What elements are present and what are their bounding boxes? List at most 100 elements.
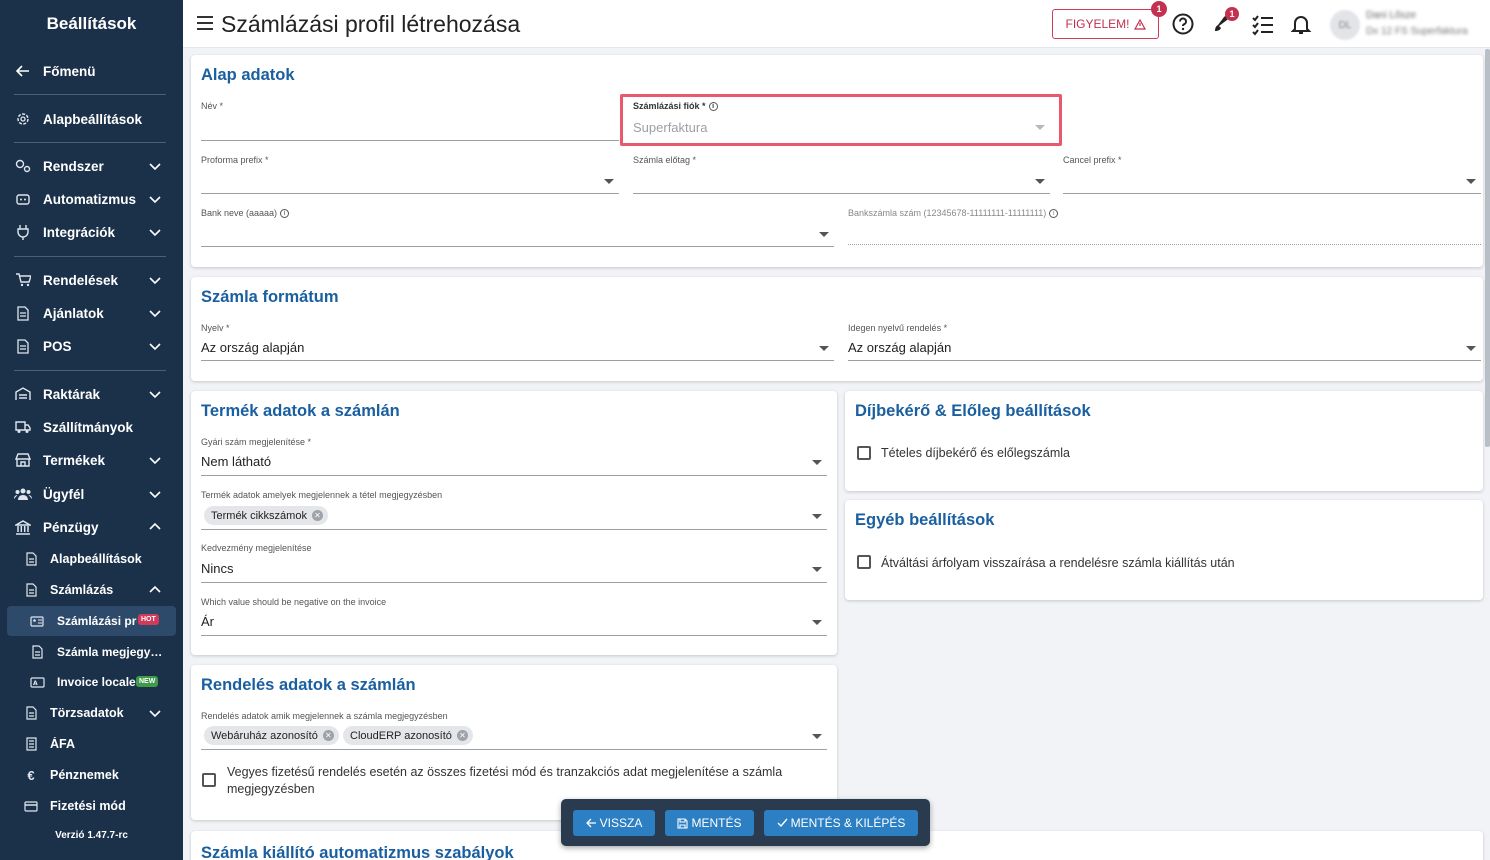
warning-icon [1133,18,1146,30]
users-icon [14,485,32,503]
gears-icon [14,157,32,175]
document-icon [22,581,40,599]
sidebar-item-finance-basic[interactable]: Alapbeállítások [0,544,183,574]
exchange-rate-checkbox[interactable] [857,555,871,569]
order-data-select[interactable] [201,749,827,750]
language-select[interactable]: Az ország alapján [201,340,304,355]
chip-clouderp[interactable]: CloudERP azonosító ✕ [343,726,473,745]
sidebar-item-currencies[interactable]: € Pénznemek [0,760,183,790]
euro-icon: € [27,767,35,783]
help-icon[interactable] [1171,12,1195,36]
dropdown-caret-icon [604,179,614,184]
sidebar-item-finance[interactable]: Pénzügy [0,512,183,542]
save-exit-button[interactable]: MENTÉS & KILÉPÉS [764,810,918,836]
chip-sku[interactable]: Termék cikkszámok ✕ [204,506,328,525]
gear-icon [14,110,32,128]
sidebar-item-warehouses[interactable]: Raktárak [0,379,183,409]
warning-button[interactable]: FIGYELEM! [1052,9,1159,39]
sidebar-divider [14,256,166,257]
sidebar-item-invoicing[interactable]: Számlázás [0,575,183,605]
dropdown-caret-icon [812,620,822,625]
close-icon[interactable]: ✕ [311,510,323,521]
sidebar-divider [14,370,166,371]
sidebar-item-invoice-notes[interactable]: Számla megjegyzések [0,637,183,667]
itemized-checkbox[interactable] [857,446,871,460]
document-icon [14,337,32,355]
close-icon[interactable]: ✕ [322,730,334,741]
dropdown-caret-icon [812,514,822,519]
sidebar-item-invoice-profiles[interactable]: Számlázási profilok HOT [0,606,183,636]
order-data-label: Rendelés adatok amik megjelennek a száml… [201,711,448,721]
receipt-icon [22,735,40,753]
avatar[interactable]: DL [1330,10,1360,40]
truck-icon [14,418,32,436]
card-title-fee-settings: Díjbekérő & Előleg beállítások [855,402,1091,420]
sidebar-item-customer[interactable]: Ügyfél [0,479,183,509]
exchange-rate-label: Átváltási árfolyam visszaírása a rendelé… [881,556,1235,570]
foreign-order-select[interactable]: Az ország alapján [848,340,951,355]
store-icon [14,451,32,469]
dropdown-caret-icon [1466,346,1476,351]
sidebar-item-shipping[interactable]: Szállítmányok [0,412,183,442]
floppy-icon [677,817,689,829]
card-title-automation-rules: Számla kiállító automatizmus szabályok [201,844,514,860]
serial-select[interactable]: Nem látható [201,454,271,469]
sidebar-item-system[interactable]: Rendszer [0,151,183,181]
sidebar-item-basic[interactable]: Alapbeállítások [0,104,183,134]
proforma-prefix-select[interactable] [201,193,619,194]
translate-icon: A [28,673,46,691]
bank-name-select[interactable] [201,246,834,247]
robot-icon [14,190,32,208]
card-title-basic-data: Alap adatok [201,66,295,84]
sidebar-item-home[interactable]: Főmenü [0,56,183,86]
dropdown-caret-icon [812,460,822,465]
sidebar-item-master-data[interactable]: Törzsadatok [0,698,183,728]
chevron-down-icon [149,163,161,171]
bell-icon[interactable] [1289,12,1313,36]
mixed-payment-checkbox[interactable] [202,773,216,787]
dropdown-caret-icon [812,734,822,739]
chip-webshop[interactable]: Webáruház azonosító ✕ [204,726,339,745]
cancel-prefix-select[interactable] [1063,193,1481,194]
id-card-icon [28,612,46,630]
sidebar-item-products[interactable]: Termékek [0,445,183,475]
bank-account-input[interactable] [848,244,1481,245]
arrow-left-icon [14,62,32,80]
content-scrollbar[interactable] [1485,49,1490,447]
save-button[interactable]: MENTÉS [665,810,754,836]
negative-value-underline [201,635,827,636]
sidebar-item-payment-method[interactable]: Fizetési mód [0,791,183,821]
invoice-prefix-select[interactable] [633,193,1050,194]
action-bar: VISSZA MENTÉS MENTÉS & KILÉPÉS [561,799,930,846]
card-invoice-format [191,277,1483,381]
top-header: Számlázási profil létrehozása FIGYELEM! … [183,0,1490,48]
language-label: Nyelv * [201,323,230,333]
sidebar-item-orders[interactable]: Rendelések [0,265,183,295]
name-input[interactable] [201,140,619,141]
page-title: Számlázási profil létrehozása [221,11,521,37]
card-title-order-data: Rendelés adatok a számlán [201,676,416,694]
back-button[interactable]: VISSZA [573,810,655,836]
menu-icon[interactable] [196,14,214,32]
sidebar-item-automation[interactable]: Automatizmus [0,184,183,214]
chevron-down-icon [149,277,161,285]
document-icon [28,643,46,661]
sidebar-item-invoice-locales[interactable]: A Invoice locales NEW [0,667,183,697]
sidebar-item-integrations[interactable]: Integrációk [0,217,183,247]
negative-value-select[interactable]: Ár [201,614,214,629]
bank-account-label: Bankszámla szám (12345678-11111111-11111… [848,208,1059,219]
chevron-down-icon [149,229,161,237]
info-icon: i [1049,209,1059,219]
proforma-prefix-label: Proforma prefix * [201,155,269,165]
close-icon[interactable]: ✕ [456,730,468,741]
checklist-icon[interactable] [1251,12,1275,36]
info-icon: i [280,209,290,219]
card-title-invoice-format: Számla formátum [201,288,339,306]
product-data-select[interactable] [201,529,827,530]
chevron-down-icon [149,310,161,318]
sidebar-item-pos[interactable]: POS [0,331,183,361]
sidebar-item-offers[interactable]: Ajánlatok [0,298,183,328]
discount-select[interactable]: Nincs [201,561,234,576]
sidebar-item-vat[interactable]: ÁFA [0,729,183,759]
warehouse-icon [14,385,32,403]
